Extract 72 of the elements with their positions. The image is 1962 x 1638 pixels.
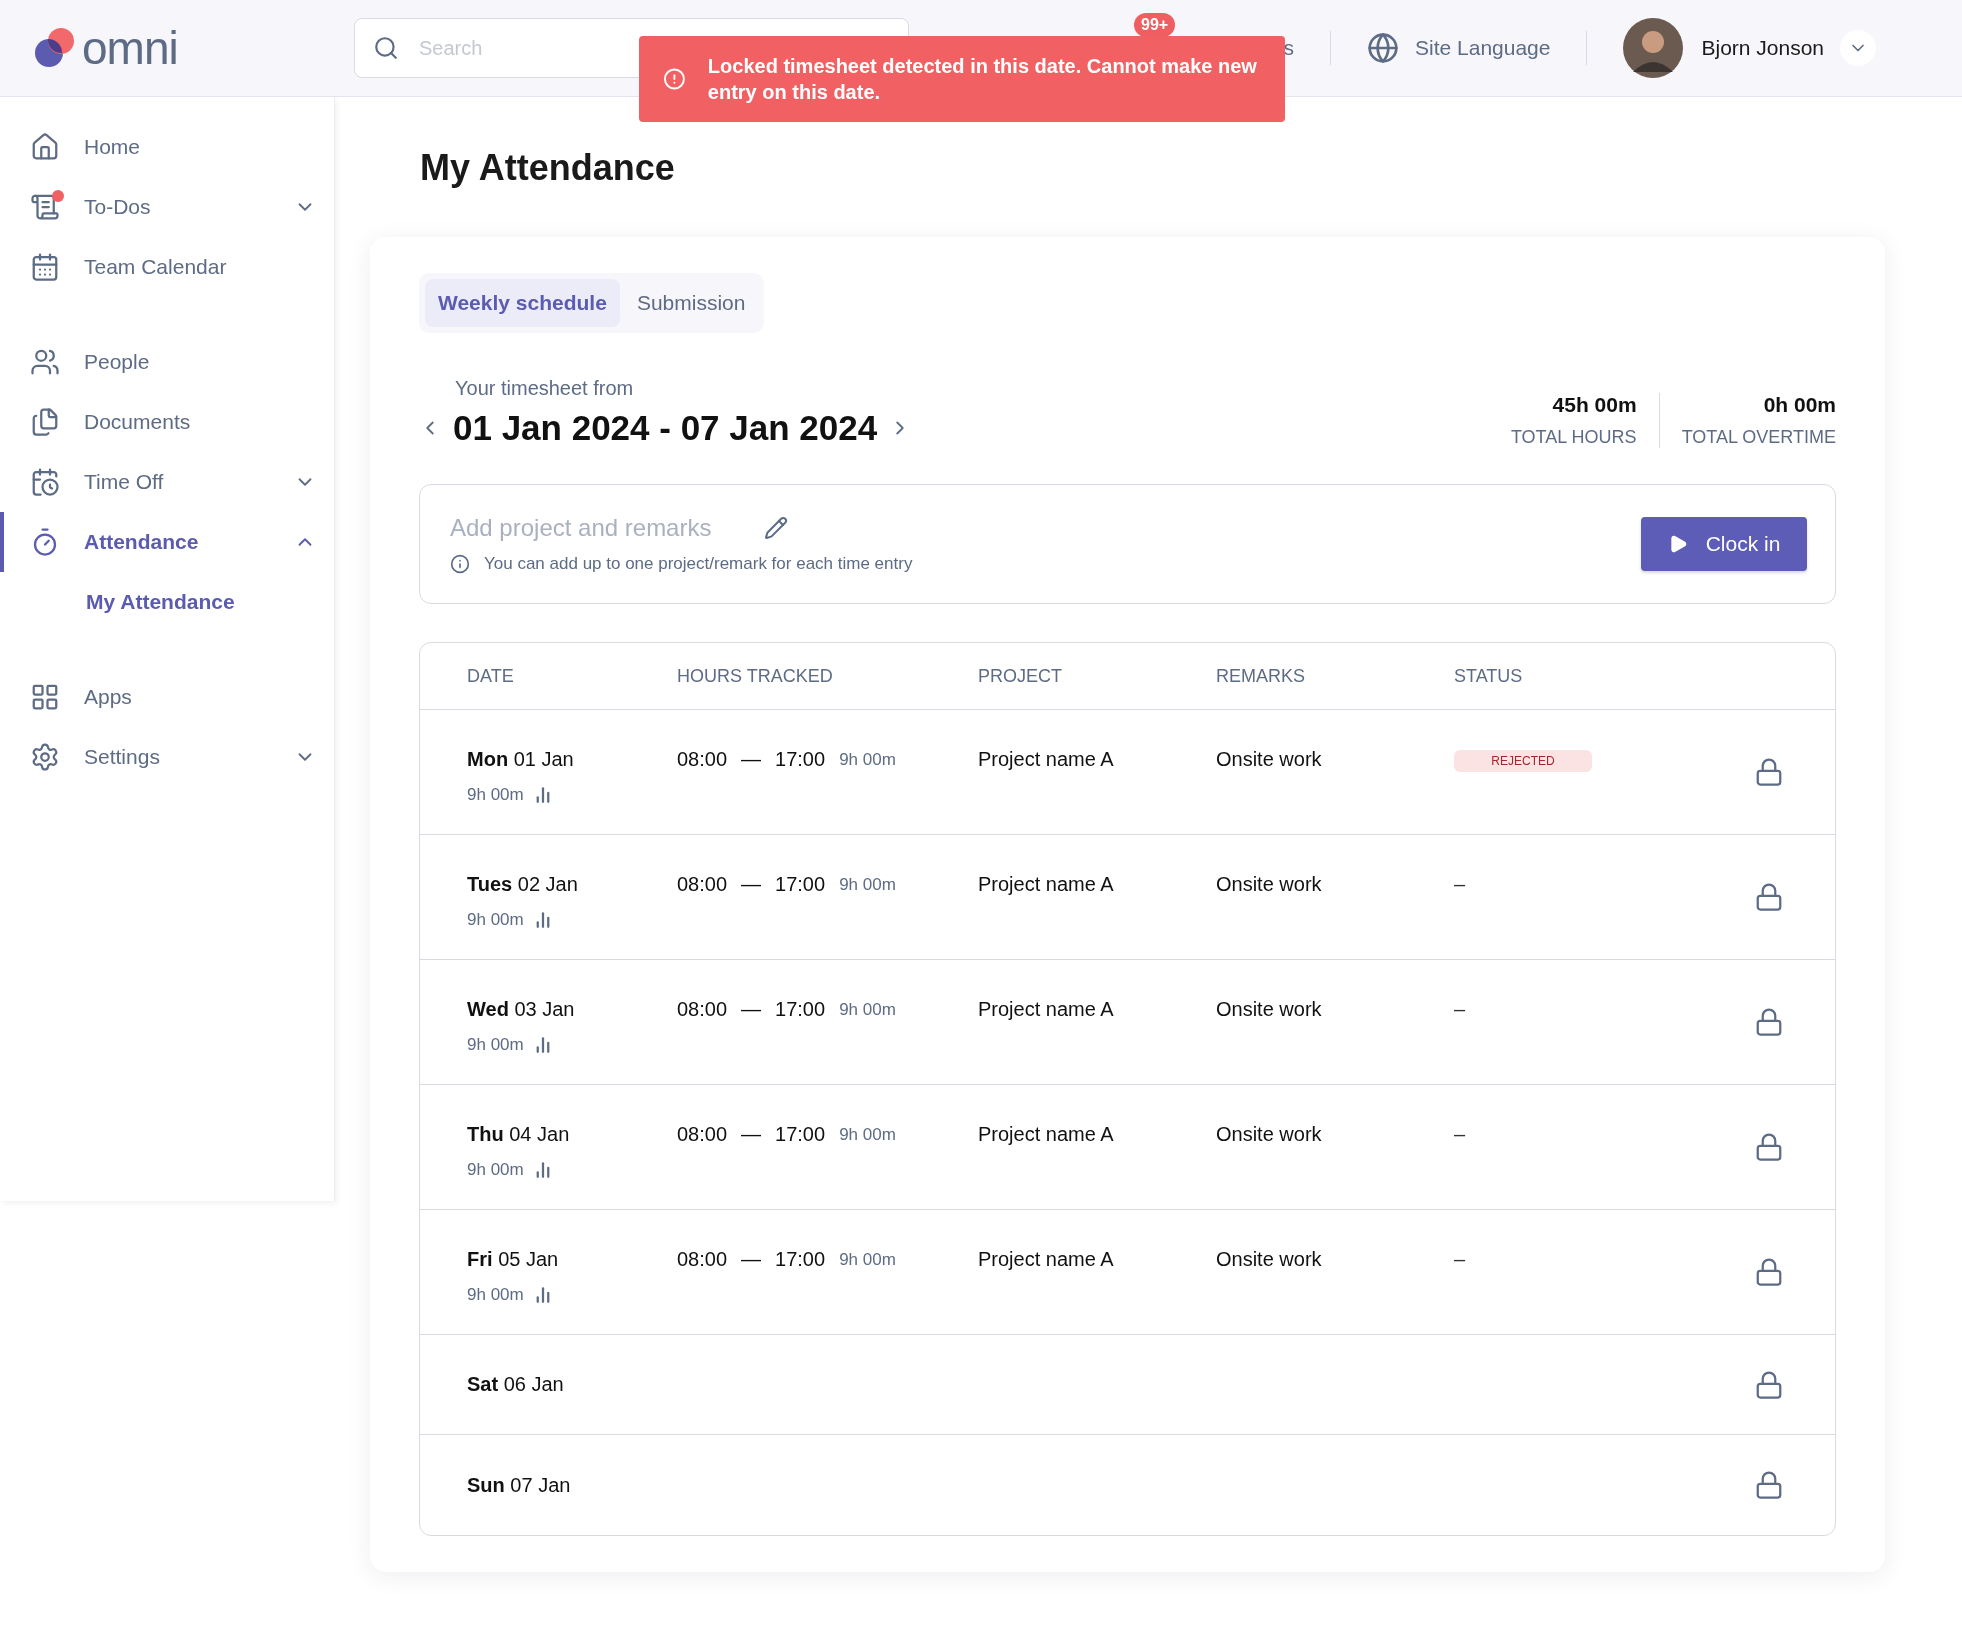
duration-text: 9h 00m bbox=[839, 999, 896, 1020]
date-text: Tues 02 Jan bbox=[467, 873, 579, 896]
time-separator: — bbox=[741, 998, 762, 1021]
date-range: 01 Jan 2024 - 07 Jan 2024 bbox=[453, 408, 878, 448]
start-time: 08:00 bbox=[677, 1248, 728, 1271]
date-text: Sun 07 Jan bbox=[467, 1473, 572, 1497]
table-cell: Project name A bbox=[978, 1123, 1114, 1146]
page-title: My Attendance bbox=[420, 147, 676, 189]
time-separator: — bbox=[741, 748, 762, 771]
timesheet-caption: Your timesheet from bbox=[455, 377, 635, 400]
date-text: Fri 05 Jan bbox=[467, 1248, 560, 1271]
status-text: – bbox=[1454, 873, 1466, 896]
column-header: HOURS TRACKED bbox=[677, 665, 834, 687]
sidebar-item-label: Home bbox=[84, 135, 142, 159]
end-time: 17:00 bbox=[775, 1248, 826, 1271]
end-time: 17:00 bbox=[775, 1123, 826, 1146]
user-name: Bjorn Jonson bbox=[1701, 36, 1825, 60]
date-text: Mon 01 Jan bbox=[467, 748, 575, 771]
duration-text: 9h 00m bbox=[839, 874, 896, 895]
status-text: – bbox=[1454, 998, 1466, 1021]
sidebar-item-label: Settings bbox=[84, 745, 161, 769]
sidebar-item-label: Team Calendar bbox=[84, 255, 228, 279]
end-time: 17:00 bbox=[775, 873, 826, 896]
table-cell: Onsite work bbox=[1216, 873, 1322, 896]
time-separator: — bbox=[741, 873, 762, 896]
sidebar-item-label: People bbox=[84, 350, 151, 374]
sidebar-item-label: To-Dos bbox=[84, 195, 152, 219]
duration-text: 9h 00m bbox=[839, 1124, 896, 1145]
end-time: 17:00 bbox=[775, 998, 826, 1021]
status-badge: REJECTED bbox=[1454, 750, 1592, 772]
day-total: 9h 00m bbox=[467, 910, 524, 930]
day-total: 9h 00m bbox=[467, 785, 524, 805]
time-separator: — bbox=[741, 1123, 762, 1146]
date-text: Sat 06 Jan bbox=[467, 1373, 565, 1396]
duration-text: 9h 00m bbox=[839, 749, 896, 770]
table-cell: Onsite work bbox=[1216, 1123, 1322, 1146]
sidebar-item-label: Attendance bbox=[84, 530, 200, 554]
column-header: DATE bbox=[467, 665, 515, 687]
day-total: 9h 00m bbox=[467, 1285, 524, 1305]
date-text: Wed 03 Jan bbox=[467, 998, 576, 1021]
start-time: 08:00 bbox=[677, 998, 728, 1021]
day-total: 9h 00m bbox=[467, 1160, 524, 1180]
duration-text: 9h 00m bbox=[839, 1249, 896, 1270]
start-time: 08:00 bbox=[677, 873, 728, 896]
sidebar-item-label: Documents bbox=[84, 410, 192, 434]
table-cell: Project name A bbox=[978, 748, 1114, 771]
start-time: 08:00 bbox=[677, 748, 728, 771]
start-time: 08:00 bbox=[677, 1123, 728, 1146]
stat-label: TOTAL OVERTIME bbox=[1681, 427, 1836, 448]
table-cell: Onsite work bbox=[1216, 748, 1322, 771]
sidebar-item-label: Apps bbox=[84, 685, 133, 709]
day-total: 9h 00m bbox=[467, 1035, 524, 1055]
column-header: PROJECT bbox=[978, 665, 1063, 687]
notification-badge: 99+ bbox=[1134, 13, 1176, 37]
table-cell: Project name A bbox=[978, 1248, 1114, 1271]
date-text: Thu 04 Jan bbox=[467, 1123, 571, 1146]
column-header: REMARKS bbox=[1216, 665, 1306, 687]
table-cell: Onsite work bbox=[1216, 1248, 1322, 1271]
sidebar-item-label: Time Off bbox=[84, 470, 165, 494]
hint-text: You can add up to one project/remark for each time entry bbox=[484, 554, 913, 574]
table-cell: Project name A bbox=[978, 998, 1114, 1021]
table-cell: Onsite work bbox=[1216, 998, 1322, 1021]
logo-text: omni bbox=[82, 21, 178, 75]
column-header: STATUS bbox=[1454, 665, 1524, 687]
status-text: – bbox=[1454, 1123, 1466, 1146]
time-separator: — bbox=[741, 1248, 762, 1271]
table-cell: Project name A bbox=[978, 873, 1114, 896]
stat-value: 45h 00m bbox=[1551, 393, 1637, 417]
status-text: – bbox=[1454, 1248, 1466, 1271]
stat-value: 0h 00m bbox=[1762, 393, 1836, 417]
stat-label: TOTAL HOURS bbox=[1510, 427, 1637, 448]
end-time: 17:00 bbox=[775, 748, 826, 771]
